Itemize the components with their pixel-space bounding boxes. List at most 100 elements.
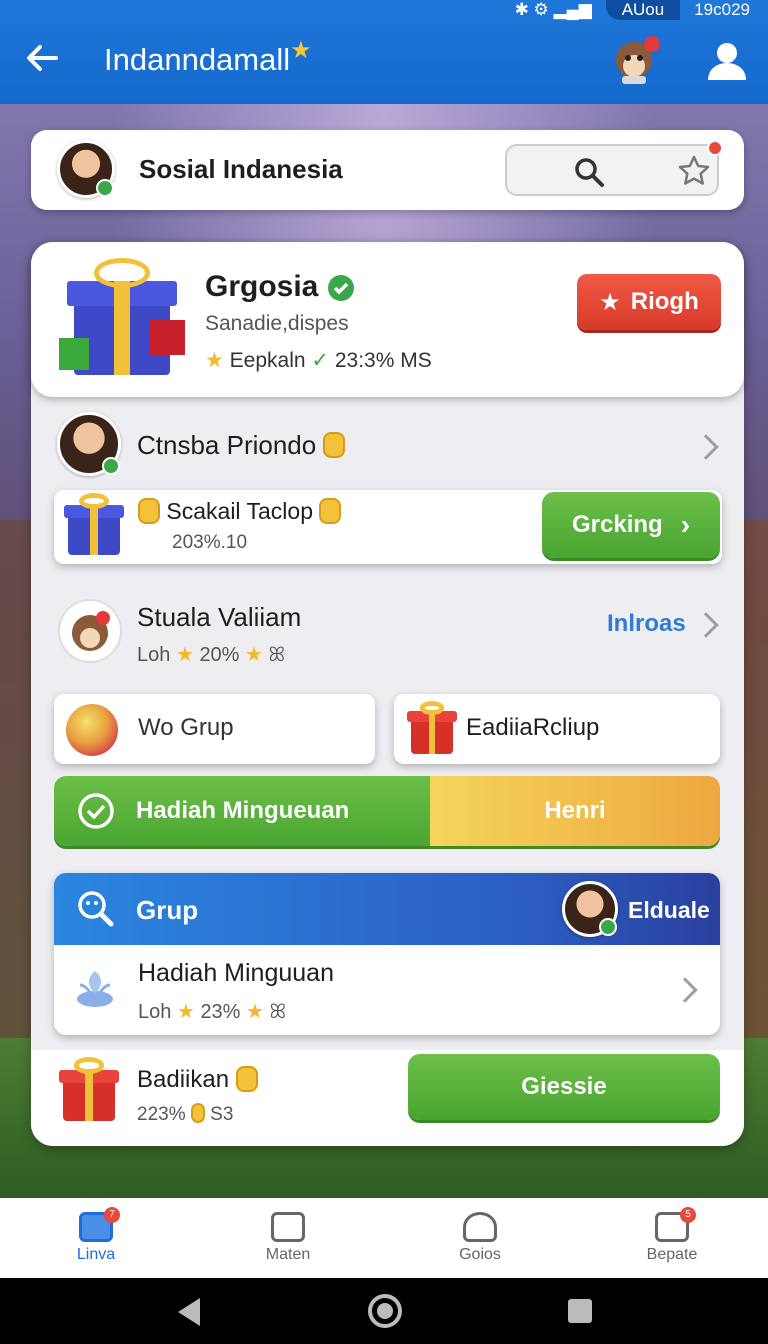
- search-icon[interactable]: [573, 156, 605, 188]
- nav-label: Goios: [459, 1246, 501, 1263]
- user-row[interactable]: Ctnsba Priondo: [31, 400, 744, 490]
- white-star-icon: ★: [599, 288, 621, 316]
- system-recents-icon[interactable]: [568, 1299, 592, 1323]
- status-icons: ✱ ⚙ ▂▄▆: [514, 0, 592, 19]
- split-banner-left-label: Hadiah Minguеuan: [136, 797, 350, 824]
- red-gift-icon: [55, 1056, 123, 1124]
- gold-star-icon: ★: [245, 644, 263, 666]
- mascot-meta-percent: 20%: [199, 644, 240, 666]
- reward-row: Badiikan 223% S3 Giessie: [31, 1050, 744, 1146]
- app-title: Indanndamall★: [104, 37, 312, 78]
- mascot-icon[interactable]: [612, 32, 662, 86]
- mascot-meta: Loh ★ 20% ★ ꕤ: [137, 642, 285, 667]
- mascot-meta-prefix: Loh: [137, 644, 171, 666]
- group-avatar: [57, 140, 115, 198]
- featured-name: Grgosia: [205, 270, 319, 303]
- split-banner-right[interactable]: Henri: [430, 776, 720, 846]
- user-name: Ctnsba Priondo: [137, 430, 317, 460]
- chevron-right-icon: [693, 434, 719, 460]
- nav-badge: 7: [104, 1207, 120, 1223]
- offer-card: Scakail Taclop 203%.10 Grcking ›: [54, 490, 722, 564]
- nav-label: Linva: [76, 1246, 116, 1263]
- split-banner-right-label: Henri: [544, 797, 606, 824]
- group-item-meta: Loh ★ 23% ★ ꕤ: [138, 999, 286, 1024]
- coin-icon: [235, 1065, 258, 1092]
- mascot-link[interactable]: Inlroas: [607, 610, 686, 638]
- featured-meta-value: 23:3% MS: [334, 349, 432, 372]
- split-banner-left[interactable]: Hadiah Minguеuan: [54, 776, 430, 846]
- gold-star-icon: ★: [246, 1001, 264, 1023]
- group-section-user: Elduale: [628, 897, 710, 923]
- chevron-right-icon: ›: [680, 509, 691, 540]
- system-home-icon[interactable]: [368, 1294, 402, 1328]
- reward-button-label: Giessie: [521, 1073, 607, 1100]
- mascot-avatar: [58, 599, 122, 663]
- offer-detail: 203%.10: [172, 532, 248, 553]
- user-avatar: [57, 412, 121, 476]
- offer-button[interactable]: Grcking ›: [542, 492, 720, 558]
- search-people-icon: [78, 891, 114, 927]
- group-section-header[interactable]: Grup Elduale: [54, 873, 720, 945]
- group-item-prefix: Loh: [138, 1001, 172, 1023]
- dice-icon: [271, 1212, 305, 1242]
- mascot-name: Stuala Valiiam: [137, 602, 302, 632]
- app-title-text: Indanndamall: [104, 42, 291, 77]
- nav-games[interactable]: Maten: [192, 1198, 384, 1278]
- quick-action-club[interactable]: EadiiaRcliup: [394, 694, 720, 764]
- status-time: 19c029: [694, 0, 750, 19]
- featured-meta-label: Eepkaln: [229, 349, 306, 372]
- group-item-tail: ꕤ: [269, 1001, 287, 1023]
- red-gift-icon: [404, 700, 460, 756]
- gold-star-icon: ★: [205, 349, 224, 372]
- mascot-row[interactable]: Stuala Valiiam Loh ★ 20% ★ ꕤ Inlroas: [31, 586, 744, 676]
- coin-icon: [323, 432, 346, 459]
- quick-action-group[interactable]: Wo Grup: [54, 694, 375, 764]
- back-arrow-icon[interactable]: [22, 38, 62, 78]
- user-row-title: Ctnsba Priondo: [137, 430, 346, 461]
- split-banner[interactable]: Hadiah Minguеuan Henri: [54, 776, 720, 846]
- reward-detail-tail: S3: [210, 1104, 234, 1125]
- quick-action-label: EadiiaRcliup: [466, 714, 600, 741]
- system-back-icon[interactable]: [178, 1298, 200, 1326]
- group-section-item[interactable]: Hadiah Minguuan Loh ★ 23% ★ ꕤ: [54, 945, 720, 1035]
- green-check-icon: ✓: [311, 349, 330, 372]
- nav-home[interactable]: 7 Linva: [0, 1198, 192, 1278]
- featured-card: Grgosia Sanadie,dispes ★ Eepkaln ✓ 23:3%…: [31, 242, 744, 397]
- message-icon: 5: [655, 1207, 696, 1242]
- featured-action-button[interactable]: ★ Riogh: [577, 274, 721, 330]
- featured-title: Grgosia: [205, 270, 355, 304]
- featured-meta: ★ Eepkaln ✓ 23:3% MS: [205, 348, 432, 373]
- group-section: Grup Elduale Hadiah Minguuan Loh ★ 23% ★…: [54, 873, 720, 1035]
- group-section-avatar: [562, 881, 618, 937]
- gift-box-image: [59, 256, 185, 380]
- coin-icon: [138, 497, 160, 524]
- featured-subtitle: Sanadie,dispes: [205, 312, 349, 335]
- offer-title: Scakail Taclop: [166, 498, 313, 524]
- notification-dot: [707, 140, 723, 156]
- verified-check-icon: [327, 275, 354, 302]
- fountain-icon: [77, 971, 113, 1007]
- bottom-nav: 7 Linva Maten Goios 5 Bepate: [0, 1198, 768, 1278]
- group-section-title: Grup: [136, 895, 199, 925]
- balloon-icon: [66, 704, 118, 756]
- group-item-title: Hadiah Minguuan: [138, 959, 334, 987]
- gold-star-icon: ★: [175, 644, 194, 666]
- group-item-percent: 23%: [200, 1001, 241, 1023]
- group-name: Sosial Indanesia: [139, 154, 343, 184]
- reward-button[interactable]: Giessie: [408, 1054, 720, 1120]
- title-star-icon: ★: [290, 37, 312, 64]
- quick-action-label: Wo Grup: [138, 714, 234, 741]
- home-icon: 7: [79, 1207, 120, 1242]
- gift-box-icon: [60, 492, 128, 558]
- person-icon: [463, 1212, 497, 1242]
- reward-meta: 223% S3: [137, 1102, 234, 1126]
- app-bar: ✱ ⚙ ▂▄▆ AUou 19c029 Indanndamall★: [0, 0, 768, 104]
- profile-icon[interactable]: [706, 40, 748, 82]
- star-outline-icon[interactable]: [677, 154, 711, 188]
- nav-friends[interactable]: Goios: [384, 1198, 576, 1278]
- coin-icon: [190, 1102, 205, 1123]
- nav-messages[interactable]: 5 Bepate: [576, 1198, 768, 1278]
- group-header-card: Sosial Indanesia: [31, 130, 744, 210]
- status-carrier: AUou: [605, 0, 681, 20]
- chevron-right-icon: [672, 977, 698, 1003]
